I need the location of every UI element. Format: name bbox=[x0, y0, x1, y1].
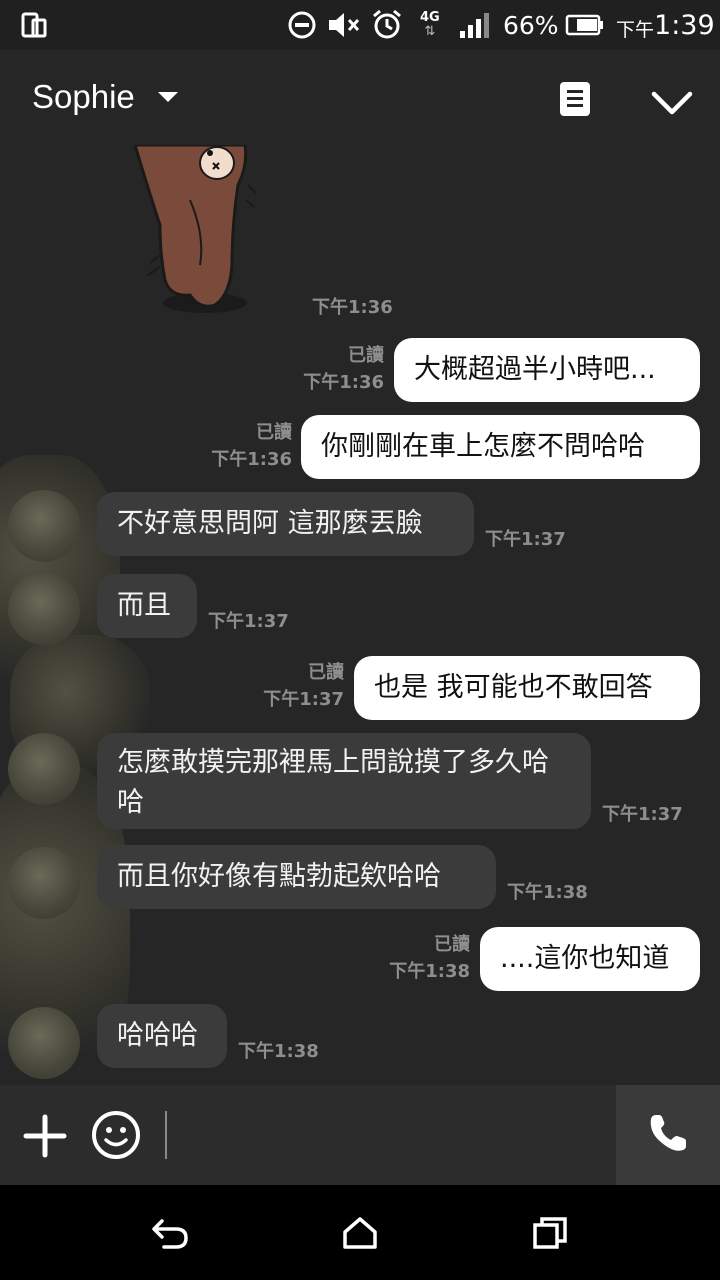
time: 1:39 bbox=[654, 9, 715, 41]
avatar[interactable] bbox=[8, 573, 80, 645]
read-receipt: 已讀 bbox=[256, 422, 292, 443]
read-receipt: 已讀 bbox=[348, 345, 384, 366]
outgoing-message[interactable]: 也是 我可能也不敢回答 bbox=[354, 656, 700, 720]
outgoing-message[interactable]: 你剛剛在車上怎麼不問哈哈 bbox=[301, 415, 700, 479]
outgoing-message[interactable]: ....這你也知道 bbox=[480, 927, 700, 991]
message-time: 下午1:38 bbox=[389, 961, 470, 982]
alarm-icon bbox=[370, 0, 404, 50]
caret-down-icon[interactable] bbox=[158, 92, 178, 102]
sticker-image[interactable] bbox=[120, 145, 270, 319]
read-receipt: 已讀 bbox=[308, 662, 344, 683]
incoming-message[interactable]: 而且 bbox=[97, 574, 197, 638]
message-input[interactable] bbox=[165, 1107, 605, 1163]
message-time: 下午1:38 bbox=[238, 1041, 319, 1062]
message-time: 下午1:37 bbox=[263, 689, 344, 710]
message-time: 下午1:36 bbox=[303, 372, 384, 393]
avatar[interactable] bbox=[8, 490, 80, 562]
recents-icon[interactable] bbox=[490, 1185, 610, 1280]
text-cursor bbox=[165, 1111, 167, 1159]
input-bar bbox=[0, 1085, 720, 1185]
incoming-message[interactable]: 怎麼敢摸完那裡馬上問說摸了多久哈哈 bbox=[97, 733, 591, 829]
outgoing-message[interactable]: 大概超過半小時吧... bbox=[394, 338, 700, 402]
incoming-message[interactable]: 哈哈哈 bbox=[97, 1004, 227, 1068]
signal-icon bbox=[458, 0, 492, 50]
home-icon[interactable] bbox=[300, 1185, 420, 1280]
do-not-disturb-icon bbox=[287, 0, 317, 50]
avatar[interactable] bbox=[8, 733, 80, 805]
incoming-message[interactable]: 而且你好像有點勃起欸哈哈 bbox=[97, 845, 496, 909]
navigation-bar bbox=[0, 1185, 720, 1280]
message-time: 下午1:36 bbox=[211, 449, 292, 470]
chat-area[interactable]: 下午1:36 已讀 下午1:36 大概超過半小時吧... 已讀 下午1:36 你… bbox=[0, 145, 720, 1085]
battery-icon bbox=[565, 0, 605, 50]
phone-screen-icon bbox=[20, 0, 50, 50]
time-prefix: 下午 bbox=[616, 18, 655, 41]
message-time: 下午1:38 bbox=[507, 882, 588, 903]
chat-header: Sophie bbox=[0, 50, 720, 145]
network-type: 4G bbox=[420, 10, 440, 25]
sticker-time: 下午1:36 bbox=[312, 297, 393, 318]
mute-icon bbox=[326, 0, 362, 50]
message-time: 下午1:37 bbox=[485, 529, 566, 550]
message-time: 下午1:37 bbox=[208, 611, 289, 632]
clock: 下午 1:39 bbox=[616, 0, 715, 50]
avatar[interactable] bbox=[8, 847, 80, 919]
chevron-down-icon[interactable] bbox=[650, 88, 694, 122]
read-receipt: 已讀 bbox=[434, 934, 470, 955]
battery-percent: 66% bbox=[503, 10, 559, 40]
status-bar: 4G ⇅ 66% 下午 1:39 bbox=[0, 0, 720, 50]
chat-title[interactable]: Sophie bbox=[32, 78, 135, 116]
avatar[interactable] bbox=[8, 1007, 80, 1079]
incoming-message[interactable]: 不好意思問阿 這那麼丟臉 bbox=[97, 492, 474, 556]
emoji-icon[interactable] bbox=[90, 1109, 142, 1165]
call-button[interactable] bbox=[616, 1085, 720, 1185]
back-icon[interactable] bbox=[110, 1185, 230, 1280]
notes-icon[interactable] bbox=[558, 80, 594, 124]
plus-icon[interactable] bbox=[22, 1113, 68, 1163]
phone-call-icon bbox=[646, 1111, 690, 1159]
network-indicator: 4G ⇅ bbox=[420, 10, 440, 39]
message-time: 下午1:37 bbox=[602, 804, 683, 825]
